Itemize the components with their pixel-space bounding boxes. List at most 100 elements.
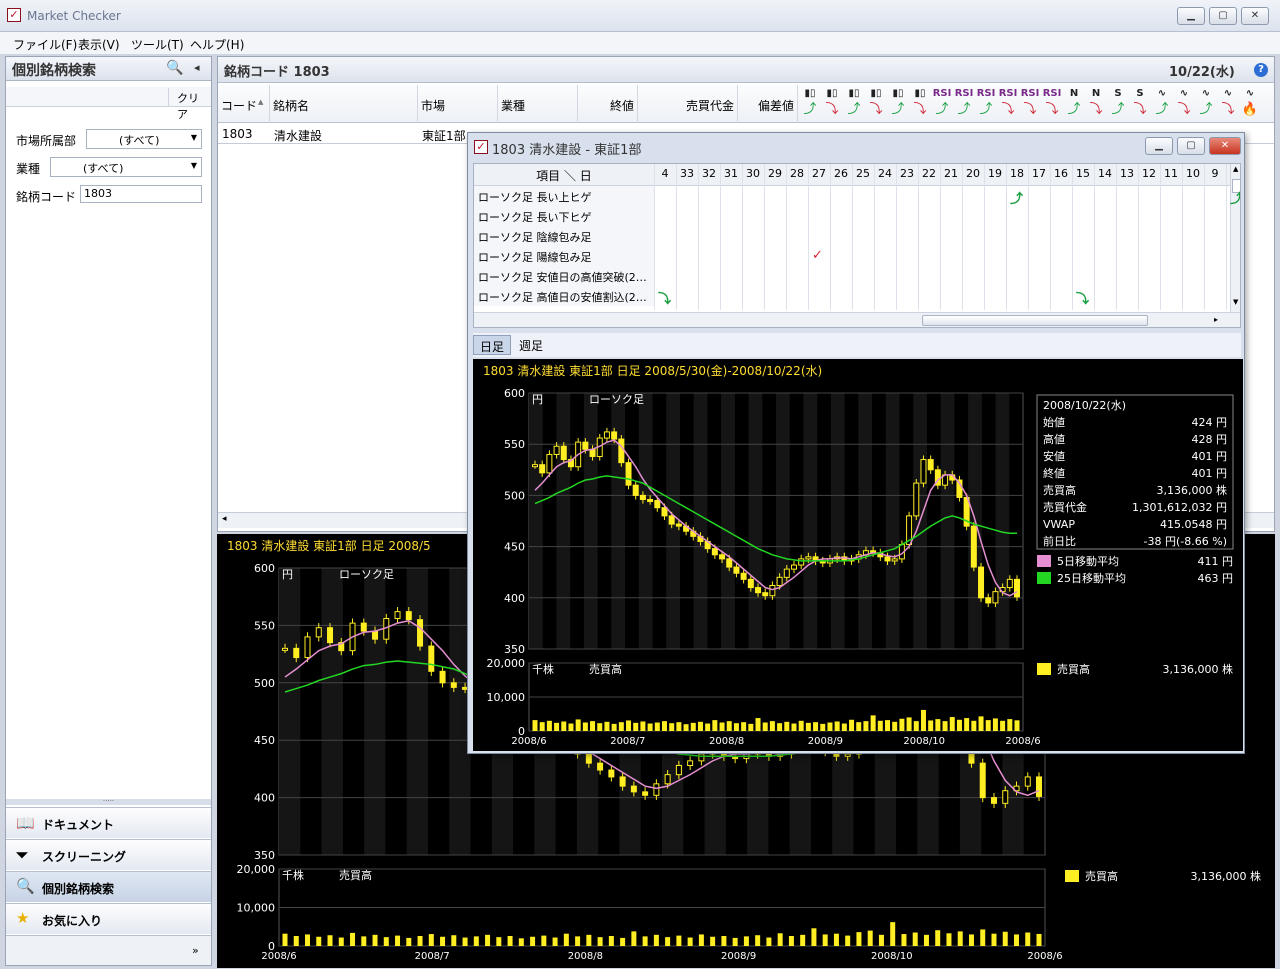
- shade-band: [406, 568, 428, 855]
- candle-down-icon[interactable]: ▮▯ ⤵: [866, 86, 886, 120]
- x-tick-label: 2008/7: [415, 951, 450, 962]
- signal-mark-icon[interactable]: ✓: [812, 248, 823, 263]
- n-down-icon[interactable]: N ⤵: [1086, 86, 1106, 120]
- nav-favorites[interactable]: ★ お気に入り: [6, 903, 211, 934]
- candle: [293, 647, 300, 659]
- price-tick-label: 450: [504, 541, 525, 554]
- pattern-label: ローソク足 陽線包み足: [474, 246, 654, 266]
- volume-legend-swatch: [1065, 870, 1079, 882]
- detail-close-button[interactable]: ✕: [1209, 137, 1241, 155]
- n-up-icon[interactable]: N ⤴: [1064, 86, 1084, 120]
- column-header-close[interactable]: 終値: [578, 85, 638, 123]
- volume-bar: [541, 935, 547, 946]
- volume-bar: [590, 721, 596, 731]
- scroll-down-icon[interactable]: ▼: [1233, 298, 1238, 306]
- signal-mark-icon[interactable]: ⤴: [1230, 188, 1240, 207]
- rsi-down-icon[interactable]: RSI ⤵: [998, 86, 1018, 120]
- search-icon[interactable]: 🔍: [166, 60, 183, 76]
- candle: [439, 670, 446, 684]
- column-header-deviation[interactable]: 偏差値: [738, 85, 798, 123]
- shade-band: [321, 568, 343, 855]
- tab-daily[interactable]: 日足: [473, 335, 512, 355]
- day-header: 24: [878, 167, 892, 180]
- candle-up-icon[interactable]: ▮▯ ⤴: [888, 86, 908, 120]
- volume-bar: [631, 931, 637, 946]
- volume-bar: [841, 723, 847, 731]
- scroll-right-icon[interactable]: ▸: [1214, 315, 1218, 324]
- volume-bar: [935, 719, 941, 731]
- column-header-turnover[interactable]: 売買代金: [638, 85, 738, 123]
- column-header-market[interactable]: 市場: [418, 85, 498, 123]
- signal-mark-icon[interactable]: ⤵: [658, 288, 671, 307]
- pattern-label: ローソク足 長い上ヒゲ: [474, 186, 654, 206]
- market-select[interactable]: (すべて) ▼: [86, 129, 202, 149]
- grid-horizontal-scrollbar[interactable]: ▸: [474, 312, 1240, 327]
- rsi-up-icon[interactable]: RSI ⤴: [932, 86, 952, 120]
- fire-icon[interactable]: ∿ 🔥: [1240, 86, 1260, 120]
- close-button[interactable]: ✕: [1241, 7, 1269, 25]
- nav-screening[interactable]: ⏷ スクリーニング: [6, 839, 211, 870]
- nav-document[interactable]: 📖 ドキュメント: [6, 807, 211, 838]
- grid-line: [1072, 164, 1073, 310]
- volume-tick-label: 20,000: [487, 657, 526, 670]
- candle-up-icon[interactable]: ▮▯ ⤴: [800, 86, 820, 120]
- column-header-name[interactable]: 銘柄名: [270, 85, 418, 123]
- candle-down-icon[interactable]: ▮▯ ⤵: [910, 86, 930, 120]
- nav-stock-search[interactable]: 🔍 個別銘柄検索: [6, 871, 211, 902]
- wave-up-icon[interactable]: ∿ ⤴: [1152, 86, 1172, 120]
- day-header: 28: [790, 167, 804, 180]
- timeframe-tabs: 日足 週足: [473, 333, 1241, 357]
- wave-down-icon[interactable]: ∿ ⤵: [1174, 86, 1194, 120]
- grid-line: [830, 164, 831, 310]
- maximize-button[interactable]: ▢: [1209, 7, 1237, 25]
- column-header-industry[interactable]: 業種: [498, 85, 578, 123]
- price-tick-label: 350: [504, 643, 525, 656]
- candle-up-icon[interactable]: ▮▯ ⤴: [844, 86, 864, 120]
- info-value: 401 円: [1192, 467, 1228, 480]
- info-label: 始値: [1043, 415, 1065, 429]
- scroll-left-icon[interactable]: ◂: [222, 514, 227, 524]
- volume-unit-label: 千株: [532, 662, 554, 676]
- volume-bar: [822, 934, 828, 946]
- menu-help[interactable]: ヘルプ(H): [190, 36, 244, 53]
- rsi-down-icon[interactable]: RSI ⤵: [1020, 86, 1040, 120]
- wave-down-icon[interactable]: ∿ ⤵: [1218, 86, 1238, 120]
- volume-bar: [964, 718, 970, 731]
- candle: [611, 431, 618, 440]
- s-down-icon[interactable]: S ⤵: [1130, 86, 1150, 120]
- x-tick-label: 2008/9: [808, 736, 843, 747]
- splitter-handle[interactable]: ·····: [6, 798, 211, 805]
- grid-scroll-thumb[interactable]: [922, 315, 1148, 326]
- tab-weekly[interactable]: 週足: [513, 335, 549, 355]
- menu-file[interactable]: ファイル(F): [13, 36, 77, 53]
- day-header: 13: [1120, 167, 1134, 180]
- signal-mark-icon[interactable]: ⤴: [1010, 188, 1023, 207]
- scroll-up-icon[interactable]: ▲: [1233, 165, 1238, 173]
- detail-minimize-button[interactable]: ▁: [1145, 137, 1173, 155]
- grid-line: [1094, 164, 1095, 310]
- signal-mark-icon[interactable]: ⤵: [1076, 288, 1089, 307]
- rsi-up-icon[interactable]: RSI ⤴: [976, 86, 996, 120]
- code-input[interactable]: 1803: [80, 185, 202, 203]
- industry-select[interactable]: (すべて) ▼: [50, 157, 202, 177]
- wave-up-icon[interactable]: ∿ ⤴: [1196, 86, 1216, 120]
- menu-view[interactable]: 表示(V): [78, 36, 120, 53]
- candle-down-icon[interactable]: ▮▯ ⤵: [822, 86, 842, 120]
- magnifier-icon: 🔍: [16, 877, 35, 895]
- rsi-up-icon[interactable]: RSI ⤴: [954, 86, 974, 120]
- help-icon[interactable]: ?: [1254, 63, 1268, 77]
- expand-icon[interactable]: »: [192, 944, 199, 957]
- shade-band: [885, 393, 900, 649]
- collapse-icon[interactable]: ◂: [194, 61, 200, 74]
- volume-bar: [563, 933, 569, 946]
- volume-bar: [877, 720, 883, 731]
- volume-bar: [849, 719, 855, 731]
- detail-maximize-button[interactable]: ▢: [1177, 137, 1205, 155]
- menu-tools[interactable]: ツール(T): [131, 36, 184, 53]
- vertical-scrollbar[interactable]: ▲ ▼: [1230, 164, 1240, 312]
- minimize-button[interactable]: ▁: [1177, 7, 1205, 25]
- volume-bar: [923, 934, 929, 946]
- s-up-icon[interactable]: S ⤴: [1108, 86, 1128, 120]
- clear-button[interactable]: クリア: [168, 88, 208, 121]
- rsi-down-icon[interactable]: RSI ⤵: [1042, 86, 1062, 120]
